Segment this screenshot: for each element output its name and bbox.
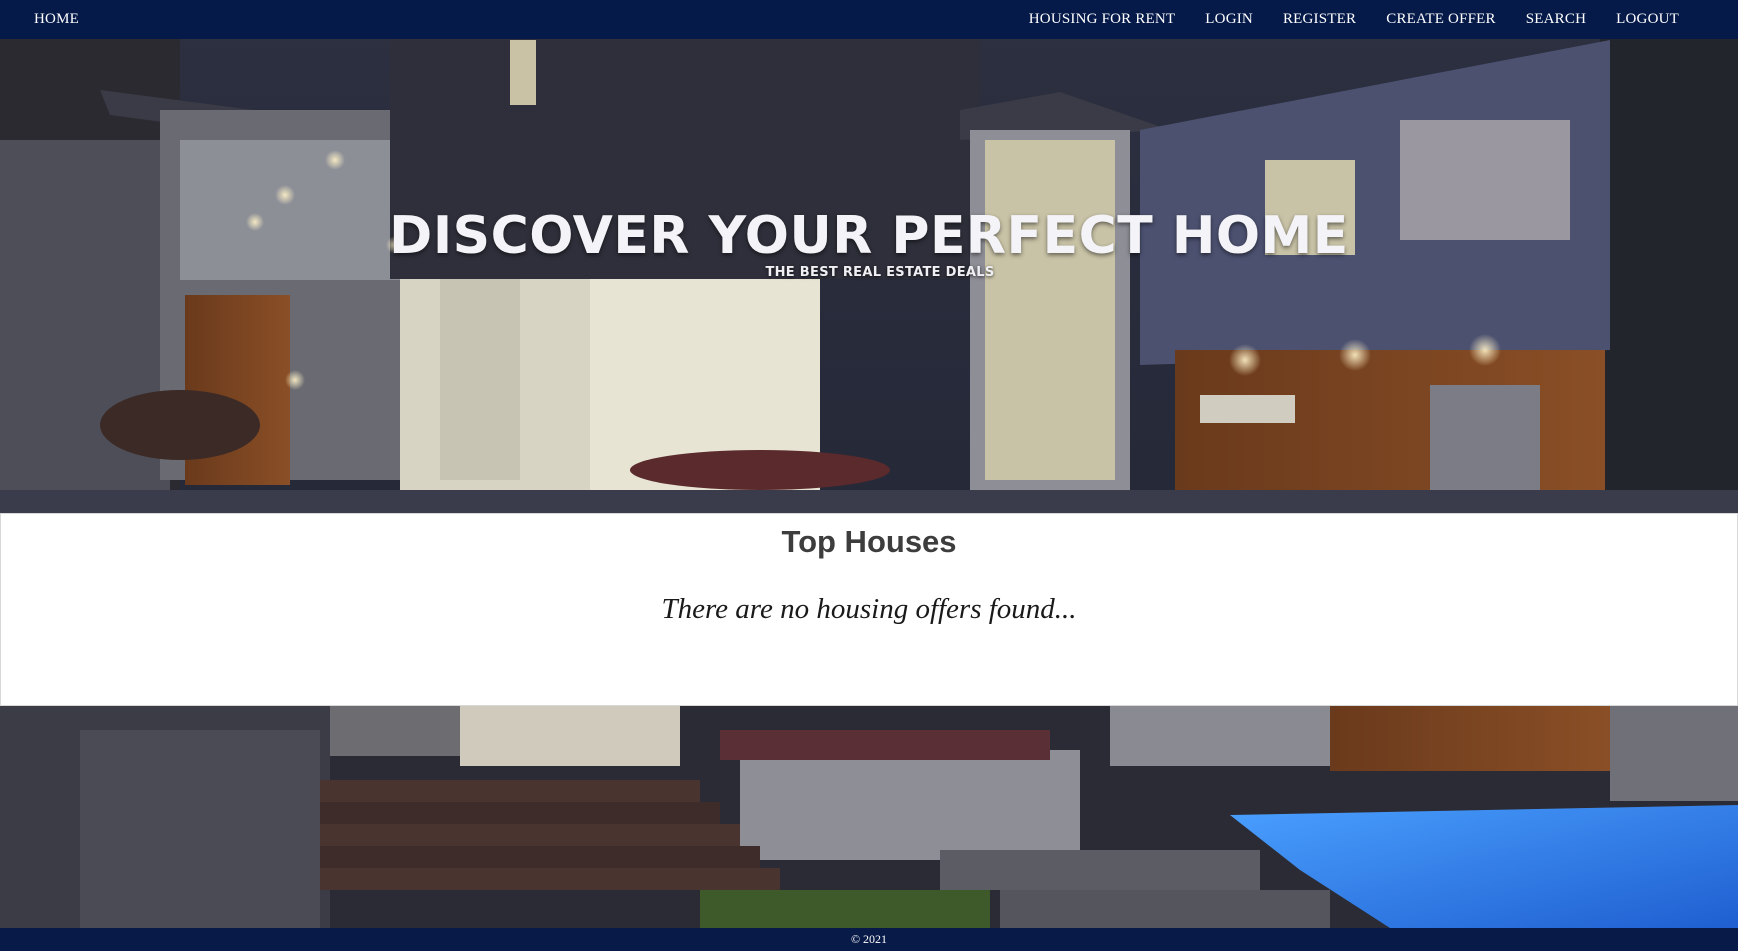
house-scene-illustration <box>0 0 1738 951</box>
top-navigation-bar: HOME HOUSING FOR RENT LOGIN REGISTER CRE… <box>0 0 1738 39</box>
top-houses-section: Top Houses There are no housing offers f… <box>0 513 1738 706</box>
footer: © 2021 <box>0 928 1738 951</box>
section-title: Top Houses <box>781 524 957 559</box>
nav-logout-link[interactable]: LOGOUT <box>1616 11 1679 28</box>
hero-title: DISCOVER YOUR PERFECT HOME <box>389 206 1349 266</box>
hero-subtitle: THE BEST REAL ESTATE DEALS <box>765 265 995 280</box>
nav-links: HOUSING FOR RENT LOGIN REGISTER CREATE O… <box>1029 11 1679 28</box>
nav-search-link[interactable]: SEARCH <box>1526 11 1586 28</box>
nav-home-link[interactable]: HOME <box>34 11 79 28</box>
empty-state-message: There are no housing offers found... <box>661 593 1077 625</box>
copyright-text: © 2021 <box>850 932 888 946</box>
nav-login-link[interactable]: LOGIN <box>1205 11 1253 28</box>
hero-background-image <box>0 0 1738 951</box>
nav-housing-for-rent-link[interactable]: HOUSING FOR RENT <box>1029 11 1176 28</box>
nav-create-offer-link[interactable]: CREATE OFFER <box>1386 11 1496 28</box>
nav-register-link[interactable]: REGISTER <box>1283 11 1356 28</box>
